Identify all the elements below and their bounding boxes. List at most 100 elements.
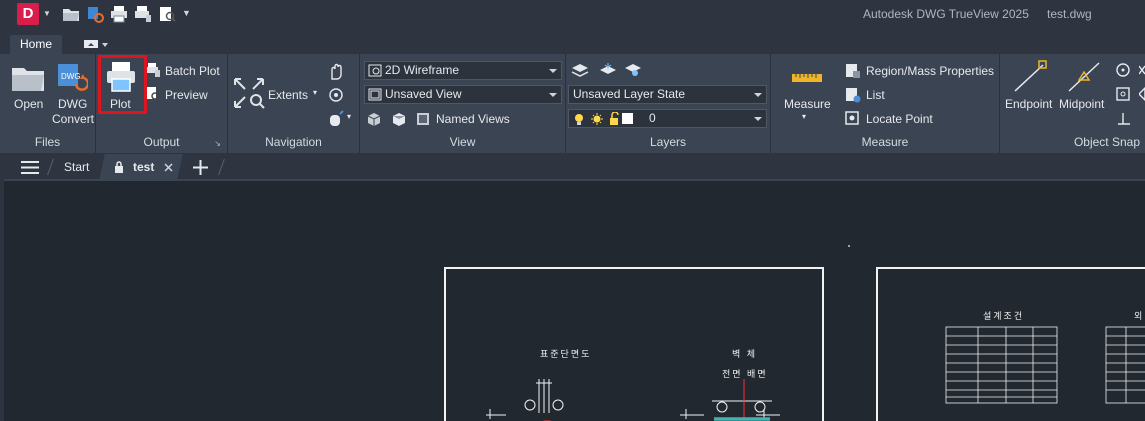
- perpendicular-snap-icon[interactable]: [1115, 110, 1131, 126]
- dwg-convert-icon[interactable]: [86, 5, 104, 23]
- quadrant-snap-icon[interactable]: [1139, 86, 1145, 102]
- layer-dropdown[interactable]: 0: [568, 109, 767, 128]
- app-menu-button[interactable]: D: [17, 3, 39, 25]
- visual-style-value: 2D Wireframe: [385, 63, 460, 77]
- sheet1-linework: [486, 379, 780, 421]
- visual-style-dropdown[interactable]: 2D Wireframe: [364, 61, 562, 80]
- svg-text:DWG: DWG: [61, 72, 81, 81]
- tab-separator: [218, 159, 225, 175]
- named-views-button[interactable]: Named Views: [436, 112, 510, 126]
- tab-separator: [47, 159, 54, 175]
- tab-start[interactable]: Start: [64, 160, 89, 174]
- plot-icon[interactable]: [110, 5, 128, 23]
- object-snap-panel: Endpoint Midpoint Object Snap: [1000, 54, 1145, 153]
- drawing-sheet-2: 설계조건 외: [876, 267, 1145, 421]
- app-title: Autodesk DWG TrueView 2025: [863, 7, 1029, 21]
- region-mass-icon[interactable]: [845, 63, 861, 79]
- midpoint-button[interactable]: Midpoint: [1059, 97, 1104, 111]
- qat-customize-icon[interactable]: ▼: [182, 8, 191, 18]
- locate-point-button[interactable]: Locate Point: [866, 112, 933, 126]
- layers-panel: Unsaved Layer State 0 Layers: [566, 54, 771, 153]
- view-panel: 2D Wireframe Unsaved View Named Views Vi…: [360, 54, 566, 153]
- tab-home[interactable]: Home: [10, 35, 62, 54]
- list-icon[interactable]: [845, 87, 861, 103]
- preview-button[interactable]: Preview: [165, 88, 208, 102]
- chevron-down-icon: [549, 93, 557, 97]
- tab-test[interactable]: test: [133, 160, 154, 174]
- measure-ruler-icon[interactable]: [791, 68, 823, 86]
- showmotion-icon[interactable]: [327, 110, 345, 128]
- navigation-panel-title: Navigation: [265, 135, 322, 149]
- ribbon: Open DWG DWG Convert Files Plot Batch Pl…: [0, 54, 1145, 153]
- view-iso-icon[interactable]: [391, 111, 407, 127]
- measure-dropdown-icon[interactable]: ▾: [802, 112, 806, 121]
- measure-button[interactable]: Measure: [784, 97, 831, 111]
- layer-status-icons: [575, 112, 633, 125]
- orbit-icon[interactable]: [327, 86, 345, 104]
- endpoint-snap-icon[interactable]: [1012, 60, 1048, 94]
- canvas-dot: [848, 245, 850, 247]
- center-snap-icon[interactable]: [1115, 62, 1131, 78]
- list-button[interactable]: List: [866, 88, 885, 102]
- files-panel-title: Files: [34, 135, 61, 149]
- new-tab-plus-icon[interactable]: [193, 160, 208, 175]
- output-dialog-launcher-icon[interactable]: ↘: [214, 139, 221, 148]
- ribbon-minimize-icon[interactable]: [84, 39, 108, 49]
- dwg-convert-label-line2[interactable]: Convert: [52, 112, 94, 126]
- node-snap-icon[interactable]: [1115, 86, 1131, 102]
- lock-icon: [115, 161, 123, 173]
- hamburger-menu-icon[interactable]: [21, 161, 39, 174]
- extents-button[interactable]: Extents: [268, 88, 308, 102]
- named-view-dropdown[interactable]: Unsaved View: [364, 85, 562, 104]
- region-mass-button[interactable]: Region/Mass Properties: [866, 64, 994, 78]
- zoom-extents-icon[interactable]: [232, 76, 266, 110]
- pan-hand-icon[interactable]: [327, 62, 345, 80]
- files-panel: Open DWG DWG Convert Files: [0, 54, 96, 153]
- intersection-snap-icon[interactable]: [1139, 62, 1145, 78]
- layer-properties-icon[interactable]: [571, 62, 589, 78]
- view-icon: [368, 88, 382, 101]
- open-button-label[interactable]: Open: [14, 97, 43, 111]
- open-folder-icon[interactable]: [10, 62, 46, 94]
- close-icon[interactable]: [164, 163, 173, 172]
- measure-panel: Measure ▾ Region/Mass Properties List Lo…: [771, 54, 1000, 153]
- dwg-convert-label-line1[interactable]: DWG: [58, 97, 87, 111]
- output-panel-title: Output: [143, 135, 180, 149]
- layer-state-value: Unsaved Layer State: [573, 87, 686, 101]
- document-tab-bar: Start test: [0, 153, 1145, 181]
- open-folder-icon[interactable]: [62, 5, 80, 23]
- batch-plot-icon[interactable]: [146, 63, 160, 77]
- object-snap-panel-title: Object Snap: [1073, 135, 1140, 149]
- layer-freeze-icon[interactable]: [599, 62, 617, 78]
- showmotion-dropdown-icon[interactable]: ▾: [347, 112, 351, 121]
- dwg-convert-icon[interactable]: DWG: [56, 62, 88, 94]
- midpoint-snap-icon[interactable]: [1066, 60, 1102, 94]
- view-panel-title: View: [449, 135, 476, 149]
- current-layer-value: 0: [649, 111, 656, 125]
- layer-state-dropdown[interactable]: Unsaved Layer State: [568, 85, 767, 104]
- sheet2-table-linework: [945, 326, 1145, 404]
- batch-plot-icon[interactable]: [134, 5, 152, 23]
- layer-isolate-icon[interactable]: [624, 62, 642, 78]
- chevron-down-icon: [754, 93, 762, 97]
- preview-icon[interactable]: [146, 87, 160, 101]
- title-bar: D ▼ ▼ Autodesk DWG TrueView 2025 test.dw…: [0, 0, 1145, 30]
- chevron-down-icon: [549, 69, 557, 73]
- endpoint-button[interactable]: Endpoint: [1005, 97, 1052, 111]
- drawing-canvas[interactable]: 표준단면도 벽 체 전면 배면 설계조건 외: [4, 183, 1145, 421]
- app-menu-caret-icon[interactable]: ▼: [43, 9, 51, 18]
- ribbon-tab-row: Home: [0, 30, 1145, 54]
- chevron-down-icon: [754, 117, 762, 121]
- layers-panel-title: Layers: [649, 135, 687, 149]
- batch-plot-button[interactable]: Batch Plot: [165, 64, 220, 78]
- navigation-panel: Extents ▾ ▾ Navigation: [228, 54, 360, 153]
- locate-point-icon[interactable]: [845, 111, 861, 127]
- plot-highlight-box: [98, 55, 147, 114]
- app-logo-letter: D: [22, 5, 34, 22]
- measure-panel-title: Measure: [861, 135, 909, 149]
- plot-preview-icon[interactable]: [158, 5, 176, 23]
- named-views-icon[interactable]: [415, 111, 431, 127]
- file-name: test.dwg: [1047, 7, 1092, 21]
- extents-dropdown-icon[interactable]: ▾: [313, 88, 317, 97]
- view-cube-icon[interactable]: [366, 111, 382, 127]
